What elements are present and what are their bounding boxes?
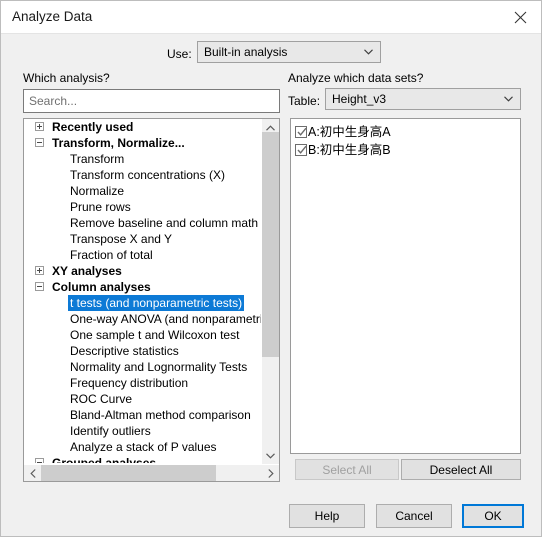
tree-item-label: Recently used (52, 120, 134, 134)
tree-item-label: Identify outliers (70, 424, 151, 438)
tree-item-label: Grouped analyses (52, 456, 157, 463)
analysis-tree[interactable]: Recently used Transform, Normalize... Tran… (24, 119, 262, 464)
title-bar: Analyze Data (1, 1, 541, 34)
table-label: Table: (288, 94, 321, 108)
search-input[interactable] (23, 89, 280, 113)
tree-vertical-scrollbar[interactable] (261, 119, 279, 464)
tree-item-label: Transform, Normalize... (52, 136, 185, 150)
dataset-row[interactable]: B:初中生身高B (295, 141, 520, 159)
chevron-down-icon (364, 49, 373, 55)
tree-item-row[interactable]: Normalize (24, 183, 262, 199)
tree-item-row[interactable]: Transpose X and Y (24, 231, 262, 247)
dataset-label: B:初中生身高B (308, 143, 391, 157)
tree-group-row[interactable]: XY analyses (24, 263, 262, 279)
analysis-tree-panel: Recently used Transform, Normalize... Tran… (23, 118, 280, 482)
tree-horizontal-scrollbar[interactable] (24, 464, 279, 481)
tree-item-label: Transform concentrations (X) (70, 168, 225, 182)
analyze-data-dialog: Analyze Data Use: Built-in analysis Whic… (0, 0, 542, 537)
dataset-label: A:初中生身高A (308, 125, 391, 139)
tree-item-row[interactable]: Prune rows (24, 199, 262, 215)
scroll-left-icon[interactable] (24, 465, 41, 481)
tree-item-row[interactable]: Identify outliers (24, 423, 262, 439)
tree-item-label: Column analyses (52, 280, 151, 294)
tree-item-label: One sample t and Wilcoxon test (70, 328, 240, 342)
ok-button[interactable]: OK (462, 504, 524, 528)
tree-item-row[interactable]: Remove baseline and column math (24, 215, 262, 231)
which-analysis-label: Which analysis? (23, 71, 110, 85)
analyze-datasets-label: Analyze which data sets? (288, 71, 424, 85)
table-dropdown[interactable]: Height_v3 (325, 88, 521, 110)
tree-group-row[interactable]: Grouped analyses (24, 455, 262, 463)
expand-icon[interactable] (35, 122, 44, 131)
tree-item-row[interactable]: t tests (and nonparametric tests) (24, 295, 262, 311)
tree-item-label: Analyze a stack of P values (70, 440, 217, 454)
tree-item-label: Normalize (70, 184, 125, 198)
tree-item-row[interactable]: One-way ANOVA (and nonparametric or (24, 311, 262, 327)
window-title: Analyze Data (12, 9, 93, 24)
tree-group-row[interactable]: Recently used (24, 119, 262, 135)
tree-item-row[interactable]: Normality and Lognormality Tests (24, 359, 262, 375)
scroll-right-icon[interactable] (262, 465, 279, 481)
tree-item-label: Remove baseline and column math (70, 216, 259, 230)
tree-item-label: t tests (and nonparametric tests) (68, 295, 245, 311)
tree-item-row[interactable]: One sample t and Wilcoxon test (24, 327, 262, 343)
tree-item-label: Fraction of total (70, 248, 153, 262)
collapse-icon[interactable] (35, 282, 44, 291)
tree-group-row[interactable]: Transform, Normalize... (24, 135, 262, 151)
tree-item-label: ROC Curve (70, 392, 133, 406)
tree-item-row[interactable]: Analyze a stack of P values (24, 439, 262, 455)
table-dropdown-value: Height_v3 (332, 92, 387, 106)
tree-horizontal-scroll-thumb[interactable] (41, 465, 216, 481)
expand-icon[interactable] (35, 266, 44, 275)
chevron-down-icon (504, 96, 513, 102)
tree-item-row[interactable]: ROC Curve (24, 391, 262, 407)
tree-item-label: XY analyses (52, 264, 122, 278)
tree-item-row[interactable]: Descriptive statistics (24, 343, 262, 359)
tree-item-row[interactable]: Transform (24, 151, 262, 167)
use-dropdown[interactable]: Built-in analysis (197, 41, 381, 63)
cancel-button[interactable]: Cancel (376, 504, 452, 528)
collapse-icon[interactable] (35, 138, 44, 147)
tree-group-row[interactable]: Column analyses (24, 279, 262, 295)
tree-item-label: Transpose X and Y (70, 232, 173, 246)
dataset-list[interactable]: A:初中生身高A B:初中生身高B (290, 118, 521, 454)
tree-item-label: Prune rows (70, 200, 131, 214)
tree-item-label: One-way ANOVA (and nonparametric or (70, 312, 262, 326)
deselect-all-button[interactable]: Deselect All (401, 459, 521, 480)
tree-item-label: Normality and Lognormality Tests (70, 360, 248, 374)
help-button[interactable]: Help (289, 504, 365, 528)
tree-item-row[interactable]: Transform concentrations (X) (24, 167, 262, 183)
tree-item-label: Descriptive statistics (70, 344, 179, 358)
tree-item-label: Transform (70, 152, 125, 166)
close-icon[interactable] (498, 1, 541, 33)
use-dropdown-value: Built-in analysis (204, 45, 288, 59)
tree-item-row[interactable]: Bland-Altman method comparison (24, 407, 262, 423)
dataset-checkbox[interactable] (295, 144, 307, 156)
tree-item-label: Frequency distribution (70, 376, 189, 390)
scroll-down-icon[interactable] (262, 447, 279, 464)
dataset-row[interactable]: A:初中生身高A (295, 123, 520, 141)
tree-item-label: Bland-Altman method comparison (70, 408, 251, 422)
select-all-button[interactable]: Select All (295, 459, 399, 480)
collapse-icon[interactable] (35, 458, 44, 463)
tree-vertical-scroll-thumb[interactable] (262, 132, 279, 357)
dataset-checkbox[interactable] (295, 126, 307, 138)
use-label: Use: (167, 47, 192, 61)
tree-item-row[interactable]: Frequency distribution (24, 375, 262, 391)
tree-item-row[interactable]: Fraction of total (24, 247, 262, 263)
